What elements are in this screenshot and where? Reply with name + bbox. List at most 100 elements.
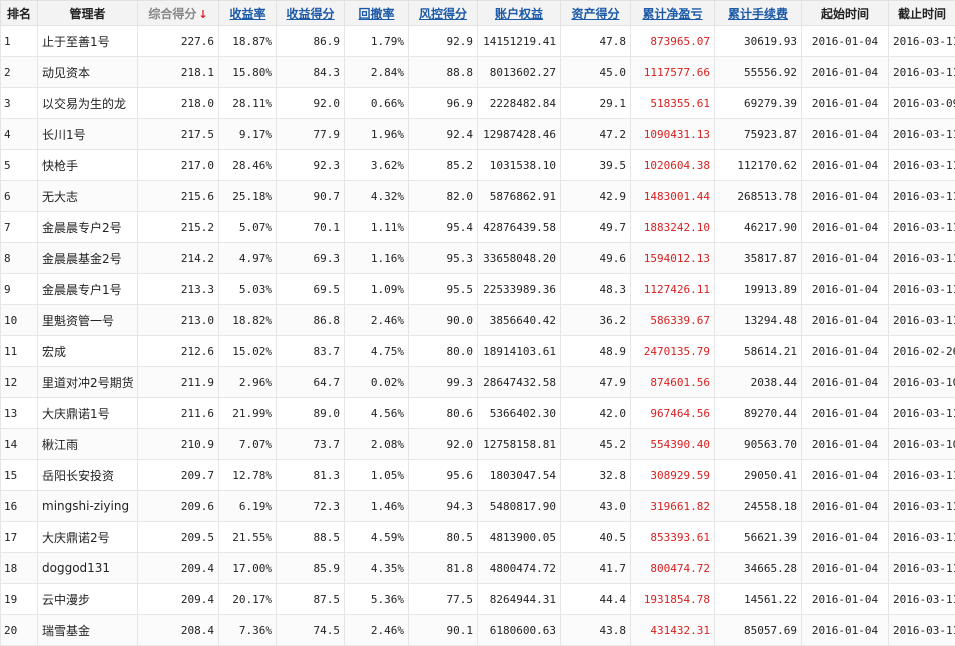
cell-end-time: 2016-03-11 — [889, 150, 955, 181]
cell-manager[interactable]: 大庆鼎诺1号 — [38, 398, 138, 429]
cell-return-score: 92.3 — [277, 150, 345, 181]
cell-risk-score: 77.5 — [409, 584, 478, 615]
cell-manager[interactable]: doggod131 — [38, 553, 138, 584]
cell-start-time: 2016-01-04 — [802, 212, 889, 243]
cell-manager[interactable]: 快枪手 — [38, 150, 138, 181]
header-score[interactable]: 综合得分↓ — [138, 1, 219, 26]
cell-manager[interactable]: 大庆鼎诺2号 — [38, 522, 138, 553]
cell-return-score: 85.9 — [277, 553, 345, 584]
cell-manager[interactable]: 金晨晨基金2号 — [38, 243, 138, 274]
cell-equity: 14151219.41 — [478, 26, 561, 57]
cell-fees: 89270.44 — [715, 398, 802, 429]
cell-fees: 85057.69 — [715, 615, 802, 646]
cell-rank: 8 — [1, 243, 38, 274]
cell-manager[interactable]: 里魁资管一号 — [38, 305, 138, 336]
header-risk-score[interactable]: 风控得分 — [409, 1, 478, 26]
header-return-score[interactable]: 收益得分 — [277, 1, 345, 26]
cell-manager[interactable]: 以交易为生的龙 — [38, 88, 138, 119]
cell-net-profit: 800474.72 — [631, 553, 715, 584]
cell-return-score: 73.7 — [277, 429, 345, 460]
cell-return-rate: 7.07% — [219, 429, 277, 460]
cell-return-rate: 15.02% — [219, 336, 277, 367]
cell-rank: 17 — [1, 522, 38, 553]
cell-return-score: 87.5 — [277, 584, 345, 615]
cell-manager[interactable]: 云中漫步 — [38, 584, 138, 615]
cell-manager[interactable]: 宏成 — [38, 336, 138, 367]
cell-end-time: 2016-03-11 — [889, 26, 955, 57]
cell-manager[interactable]: 动见资本 — [38, 57, 138, 88]
cell-drawdown: 1.05% — [345, 460, 409, 491]
cell-asset-score: 48.9 — [561, 336, 631, 367]
cell-drawdown: 3.62% — [345, 150, 409, 181]
cell-manager[interactable]: 长川1号 — [38, 119, 138, 150]
cell-equity: 42876439.58 — [478, 212, 561, 243]
cell-drawdown: 1.09% — [345, 274, 409, 305]
cell-drawdown: 1.79% — [345, 26, 409, 57]
cell-manager[interactable]: 岳阳长安投资 — [38, 460, 138, 491]
table-row: 8金晨晨基金2号214.24.97%69.31.16%95.333658048.… — [1, 243, 955, 274]
cell-return-score: 81.3 — [277, 460, 345, 491]
header-return-rate[interactable]: 收益率 — [219, 1, 277, 26]
cell-equity: 2228482.84 — [478, 88, 561, 119]
cell-rank: 13 — [1, 398, 38, 429]
cell-score: 208.4 — [138, 615, 219, 646]
cell-equity: 6180600.63 — [478, 615, 561, 646]
cell-net-profit: 586339.67 — [631, 305, 715, 336]
cell-end-time: 2016-03-11 — [889, 119, 955, 150]
cell-equity: 18914103.61 — [478, 336, 561, 367]
cell-score: 209.4 — [138, 553, 219, 584]
cell-drawdown: 1.96% — [345, 119, 409, 150]
cell-end-time: 2016-03-11 — [889, 274, 955, 305]
cell-asset-score: 44.4 — [561, 584, 631, 615]
cell-return-score: 74.5 — [277, 615, 345, 646]
cell-drawdown: 0.66% — [345, 88, 409, 119]
header-score-label: 综合得分 — [148, 7, 196, 21]
header-fees[interactable]: 累计手续费 — [715, 1, 802, 26]
cell-manager[interactable]: 金晨晨专户2号 — [38, 212, 138, 243]
cell-score: 217.0 — [138, 150, 219, 181]
cell-manager[interactable]: 瑞雪基金 — [38, 615, 138, 646]
cell-risk-score: 81.8 — [409, 553, 478, 584]
header-drawdown[interactable]: 回撤率 — [345, 1, 409, 26]
cell-equity: 5366402.30 — [478, 398, 561, 429]
cell-end-time: 2016-03-11 — [889, 305, 955, 336]
cell-risk-score: 90.0 — [409, 305, 478, 336]
cell-return-score: 69.3 — [277, 243, 345, 274]
cell-risk-score: 95.3 — [409, 243, 478, 274]
cell-return-score: 77.9 — [277, 119, 345, 150]
cell-manager[interactable]: 金晨晨专户1号 — [38, 274, 138, 305]
table-row: 7金晨晨专户2号215.25.07%70.11.11%95.442876439.… — [1, 212, 955, 243]
cell-manager[interactable]: 楸江雨 — [38, 429, 138, 460]
cell-start-time: 2016-01-04 — [802, 522, 889, 553]
ranking-table: 排名 管理者 综合得分↓ 收益率 收益得分 回撤率 风控得分 账户权益 资产得分… — [0, 0, 955, 646]
header-equity[interactable]: 账户权益 — [478, 1, 561, 26]
cell-net-profit: 853393.61 — [631, 522, 715, 553]
cell-score: 209.7 — [138, 460, 219, 491]
cell-manager[interactable]: 里道对冲2号期货 — [38, 367, 138, 398]
header-asset-score[interactable]: 资产得分 — [561, 1, 631, 26]
cell-return-rate: 21.99% — [219, 398, 277, 429]
cell-manager[interactable]: mingshi-ziying — [38, 491, 138, 522]
cell-equity: 1031538.10 — [478, 150, 561, 181]
cell-manager[interactable]: 止于至善1号 — [38, 26, 138, 57]
cell-rank: 3 — [1, 88, 38, 119]
cell-equity: 5876862.91 — [478, 181, 561, 212]
cell-rank: 15 — [1, 460, 38, 491]
cell-fees: 46217.90 — [715, 212, 802, 243]
cell-return-score: 90.7 — [277, 181, 345, 212]
cell-fees: 69279.39 — [715, 88, 802, 119]
table-row: 19云中漫步209.420.17%87.55.36%77.58264944.31… — [1, 584, 955, 615]
cell-return-score: 86.9 — [277, 26, 345, 57]
header-net-profit[interactable]: 累计净盈亏 — [631, 1, 715, 26]
table-row: 14楸江雨210.97.07%73.72.08%92.012758158.814… — [1, 429, 955, 460]
cell-score: 213.3 — [138, 274, 219, 305]
sort-down-icon: ↓ — [198, 8, 207, 21]
cell-score: 218.0 — [138, 88, 219, 119]
cell-start-time: 2016-01-04 — [802, 367, 889, 398]
cell-asset-score: 36.2 — [561, 305, 631, 336]
cell-manager[interactable]: 无大志 — [38, 181, 138, 212]
cell-start-time: 2016-01-04 — [802, 119, 889, 150]
cell-score: 214.2 — [138, 243, 219, 274]
cell-risk-score: 95.5 — [409, 274, 478, 305]
cell-fees: 2038.44 — [715, 367, 802, 398]
